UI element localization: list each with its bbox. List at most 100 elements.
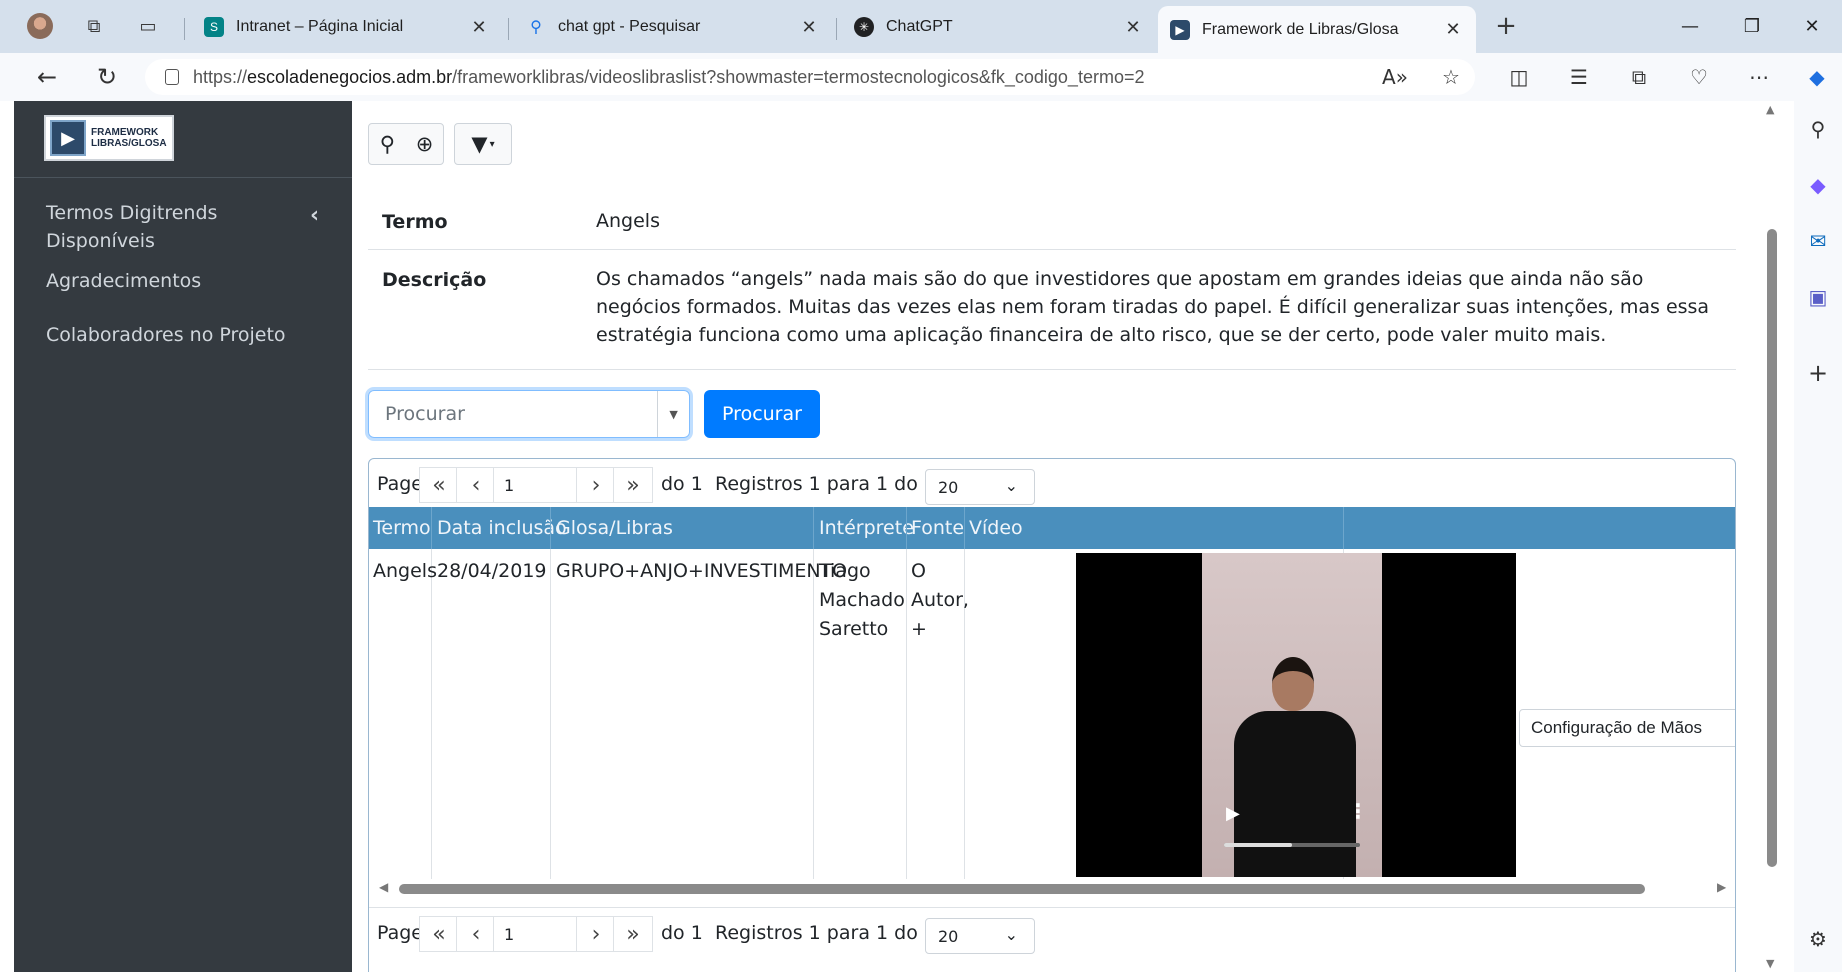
search-tools-group: ⚲ ⊕ [368, 123, 444, 165]
page-size-select[interactable]: 20 ⌄ [925, 918, 1035, 954]
pager-page-label: Page [377, 922, 423, 944]
column-header-video[interactable]: Vídeo [969, 517, 1023, 539]
column-header-fonte[interactable]: Fonte [911, 517, 964, 539]
cell-termo: Angels [373, 560, 437, 582]
site-logo[interactable]: ▶ FRAMEWORK LIBRAS/GLOSA [44, 115, 174, 161]
openai-icon: ✳ [854, 17, 874, 37]
new-tab-icon[interactable]: + [1490, 10, 1522, 42]
page-size-select[interactable]: 20 ⌄ [925, 469, 1035, 505]
last-page-button[interactable]: » [613, 467, 653, 503]
advanced-search-icon[interactable]: ⊕ [406, 132, 443, 156]
scroll-up-icon[interactable]: ▲ [1766, 103, 1774, 116]
split-screen-icon[interactable]: ◫ [1502, 61, 1536, 93]
column-header-interprete[interactable]: Intérprete [819, 517, 914, 539]
column-divider [550, 507, 551, 549]
tab-divider [508, 18, 509, 40]
sidebar-settings-icon[interactable]: ⚙ [1802, 923, 1834, 955]
column-divider [431, 549, 432, 879]
column-header-glosa[interactable]: Glosa/Libras [556, 517, 673, 539]
sidebar-item-colaboradores[interactable]: Colaboradores no Projeto [46, 321, 326, 349]
logo-text: FRAMEWORK LIBRAS/GLOSA [91, 127, 167, 149]
close-tab-icon[interactable]: ✕ [798, 17, 820, 38]
search-input[interactable] [369, 391, 658, 437]
table-header: Termo Data inclusão Glosa/Libras Intérpr… [369, 507, 1735, 549]
next-page-button[interactable]: › [576, 916, 616, 952]
scroll-right-icon[interactable]: ▶ [1717, 880, 1726, 894]
cell-interprete: Tiago Machado Saretto [819, 560, 905, 640]
sidebar-item-agradecimentos[interactable]: Agradecimentos [46, 267, 326, 295]
column-divider [550, 549, 551, 879]
favorite-star-icon[interactable]: ☆ [1434, 61, 1468, 93]
copilot-icon[interactable]: ◆ [1800, 61, 1834, 93]
termo-value: Angels [596, 210, 660, 232]
search-options-dropdown[interactable]: ▼ [657, 391, 689, 437]
close-tab-icon[interactable]: ✕ [1442, 19, 1464, 40]
scroll-left-icon[interactable]: ◀ [379, 880, 388, 894]
sidebar-item-termos[interactable]: Termos Digitrends Disponíveis [46, 199, 296, 255]
video-player[interactable]: ▶ ⋮ [1076, 553, 1516, 877]
column-header-data[interactable]: Data inclusão [437, 517, 567, 539]
scroll-down-icon[interactable]: ▼ [1766, 957, 1774, 970]
page-size-value: 20 [938, 477, 959, 497]
lock-icon [165, 69, 179, 85]
outlook-icon[interactable]: ✉ [1802, 225, 1834, 257]
tab-chat-gpt-search[interactable]: ⚲ chat gpt - Pesquisar ✕ [514, 7, 832, 47]
search-icon[interactable]: ⚲ [369, 132, 406, 156]
chevron-left-icon[interactable]: ‹ [310, 203, 319, 228]
url-path: /frameworklibras/videoslibraslist?showma… [452, 66, 1145, 87]
first-page-button[interactable]: « [419, 467, 459, 503]
sidebar-search-icon[interactable]: ⚲ [1802, 113, 1834, 145]
close-tab-icon[interactable]: ✕ [468, 17, 490, 38]
column-header-termo[interactable]: Termo [373, 517, 431, 539]
pager-records-text: Registros 1 para 1 do 1 [715, 473, 936, 495]
back-icon[interactable]: ← [30, 61, 64, 93]
video-progress-fill [1224, 843, 1292, 847]
more-menu-icon[interactable]: ⋯ [1742, 61, 1776, 93]
address-bar[interactable]: https://escoladenegocios.adm.br/framewor… [145, 59, 1475, 95]
cell-fonte: O Autor, + [911, 560, 969, 640]
horizontal-scrollbar[interactable]: ◀ ▶ [369, 880, 1735, 898]
favorites-list-icon[interactable]: ☰ [1562, 61, 1596, 93]
tab-divider [184, 18, 185, 40]
prev-page-button[interactable]: ‹ [456, 916, 496, 952]
tab-intranet[interactable]: S Intranet – Página Inicial ✕ [192, 7, 502, 47]
collections-icon[interactable]: ⧉ [1622, 61, 1656, 93]
play-icon[interactable]: ▶ [1226, 803, 1240, 824]
more-options-icon[interactable]: ⋮ [1348, 799, 1368, 823]
sharepoint-icon: S [204, 17, 224, 37]
scrollbar-thumb[interactable] [1767, 229, 1777, 867]
pager-bottom: Page « ‹ 1 › » do 1 Registros 1 para 1 d… [369, 907, 1735, 955]
results-grid: Page « ‹ 1 › » do 1 Registros 1 para 1 d… [368, 458, 1736, 972]
minimize-icon[interactable]: — [1670, 10, 1710, 42]
tab-chatgpt[interactable]: ✳ ChatGPT ✕ [842, 7, 1156, 47]
last-page-button[interactable]: » [613, 916, 653, 952]
first-page-button[interactable]: « [419, 916, 459, 952]
video-frame [1272, 657, 1314, 711]
prev-page-button[interactable]: ‹ [456, 467, 496, 503]
vertical-scrollbar[interactable]: ▲ ▼ [1765, 101, 1779, 972]
filter-button[interactable]: ▼ ▾ [454, 123, 512, 165]
read-aloud-icon[interactable]: A» [1378, 61, 1412, 93]
close-tab-icon[interactable]: ✕ [1122, 17, 1144, 38]
browser-essentials-icon[interactable]: ♡ [1682, 61, 1716, 93]
tab-actions-icon[interactable]: ▭ [132, 10, 164, 42]
teams-icon[interactable]: ▣ [1802, 281, 1834, 313]
hand-configuration-button[interactable]: Configuração de Mãos [1519, 709, 1735, 747]
tab-divider [836, 18, 837, 40]
copilot-sidebar-icon[interactable]: ◆ [1802, 169, 1834, 201]
tab-framework-libras[interactable]: ▶ Framework de Libras/Glosa ✕ [1158, 6, 1476, 53]
descricao-value: Os chamados “angels” nada mais são do qu… [596, 268, 1710, 346]
column-divider [964, 507, 965, 549]
cell-glosa: GRUPO+ANJO+INVESTIMENTO [556, 560, 848, 582]
close-window-icon[interactable]: ✕ [1792, 10, 1832, 42]
workspaces-icon[interactable]: ⧉ [78, 10, 110, 42]
scrollbar-thumb[interactable] [399, 884, 1645, 894]
profile-avatar-icon[interactable] [24, 10, 56, 42]
chevron-down-icon: ⌄ [1004, 925, 1018, 944]
refresh-icon[interactable]: ↻ [90, 61, 124, 93]
add-sidebar-app-icon[interactable]: + [1802, 357, 1834, 389]
video-progress-bar[interactable] [1224, 843, 1360, 847]
search-button[interactable]: Procurar [704, 390, 820, 438]
next-page-button[interactable]: › [576, 467, 616, 503]
restore-icon[interactable]: ❐ [1732, 10, 1772, 42]
